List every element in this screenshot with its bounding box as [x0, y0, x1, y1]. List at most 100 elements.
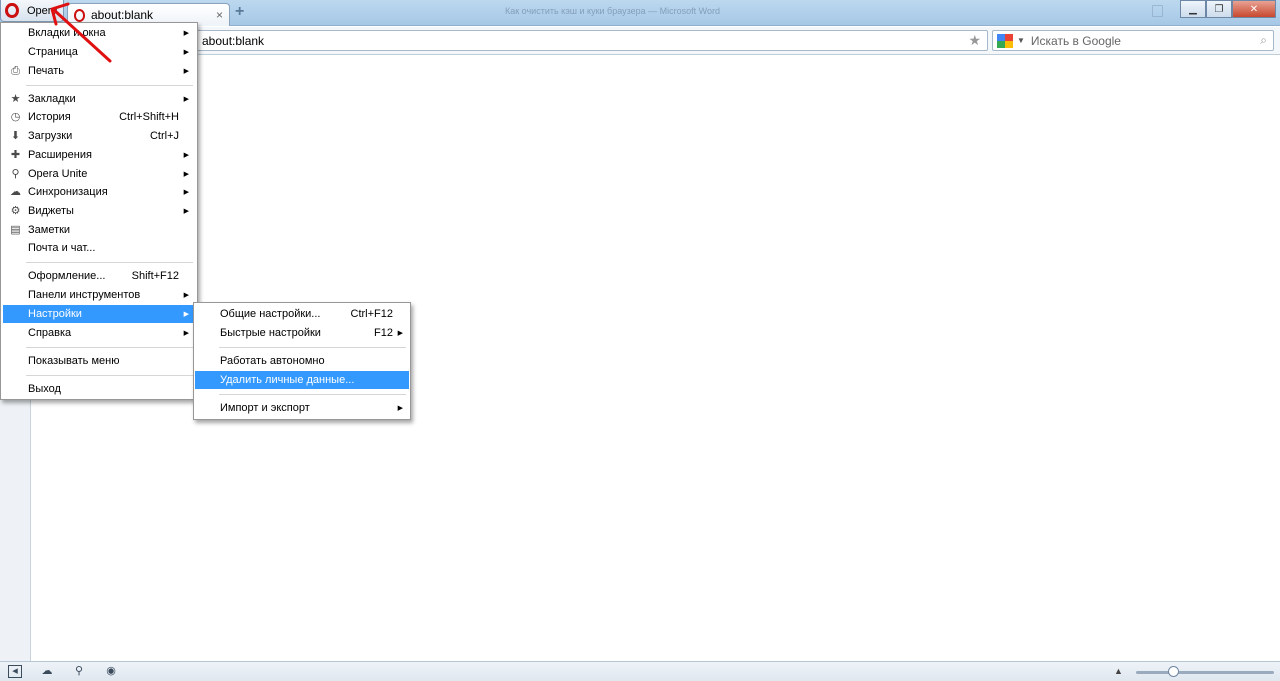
- menu-item-label: Заметки: [28, 224, 71, 236]
- menu-item-label: Виджеты: [28, 205, 74, 217]
- menu-item-label: Общие настройки...: [220, 308, 321, 320]
- address-field[interactable]: about:blank ★: [196, 30, 988, 51]
- menu-item-label: Показывать меню: [28, 355, 120, 367]
- submenu-arrow-icon: ▶: [183, 68, 189, 75]
- submenu-arrow-icon: ▶: [183, 189, 189, 196]
- submenu-arrow-icon: ▶: [183, 330, 189, 337]
- menu-item-label: Импорт и экспорт: [220, 402, 310, 414]
- bookmark-star-icon[interactable]: ★: [968, 32, 981, 49]
- menu-separator: [26, 375, 193, 376]
- zoom-slider-thumb[interactable]: [1168, 666, 1179, 677]
- menu-item-label: Почта и чат...: [28, 242, 96, 254]
- unite-icon[interactable]: ⚲: [72, 665, 86, 678]
- submenu-arrow-icon: ▶: [183, 208, 189, 215]
- unite-icon: ⚲: [11, 167, 20, 180]
- menu-item-label: Синхронизация: [28, 186, 108, 198]
- star-icon: ★: [10, 92, 21, 105]
- clock-icon: ◷: [10, 110, 21, 123]
- menu-item-label: Расширения: [28, 149, 92, 161]
- menu-item-mail-chat[interactable]: Почта и чат...: [3, 239, 195, 257]
- menu-item-quick-preferences[interactable]: Быстрые настройки F12 ▶: [195, 324, 409, 342]
- menu-item-history[interactable]: ◷ История Ctrl+Shift+H: [3, 108, 195, 126]
- menu-item-sync[interactable]: ☁ Синхронизация ▶: [3, 183, 195, 201]
- menu-item-label: Панели инструментов: [28, 289, 141, 301]
- menu-separator: [219, 347, 406, 348]
- menu-item-shortcut: Shift+F12: [131, 270, 179, 282]
- submenu-arrow-icon: ▶: [183, 49, 189, 56]
- menu-item-label: Оформление...: [28, 270, 106, 282]
- menu-item-notes[interactable]: ▤ Заметки: [3, 221, 195, 239]
- menu-item-label: Быстрые настройки: [220, 327, 321, 339]
- new-tab-icon[interactable]: +: [235, 4, 249, 20]
- menu-item-label: Opera Unite: [28, 168, 88, 180]
- close-window-button[interactable]: ✕: [1232, 0, 1276, 18]
- menu-item-label: История: [28, 111, 71, 123]
- close-icon: ✕: [1249, 3, 1259, 15]
- zoom-menu-icon[interactable]: ▲: [1114, 666, 1123, 676]
- gear-icon: ⚙: [10, 204, 21, 217]
- menu-separator: [26, 347, 193, 348]
- search-placeholder: Искать в Google: [1030, 33, 1121, 48]
- menu-item-toolbars[interactable]: Панели инструментов ▶: [3, 286, 195, 304]
- menu-item-widgets[interactable]: ⚙ Виджеты ▶: [3, 202, 195, 220]
- menu-item-label: Выход: [28, 383, 61, 395]
- cloud-icon: ☁: [10, 185, 21, 198]
- restore-icon: ❐: [1214, 3, 1224, 15]
- menu-item-label: Настройки: [28, 308, 82, 320]
- window-title: Как очистить кэш и куки браузера — Micro…: [505, 6, 721, 16]
- submenu-arrow-icon: ▶: [183, 152, 189, 159]
- minimize-icon: ▁: [1189, 3, 1197, 15]
- search-engine-dropdown-icon[interactable]: ▼: [1017, 36, 1025, 45]
- menu-item-bookmarks[interactable]: ★ Закладки ▶: [3, 90, 195, 108]
- menu-item-preferences[interactable]: Общие настройки... Ctrl+F12: [195, 305, 409, 323]
- menu-item-label: Закладки: [28, 93, 76, 105]
- menu-item-label: Справка: [28, 327, 72, 339]
- menu-separator: [26, 85, 193, 86]
- menu-item-work-offline[interactable]: Работать автономно: [195, 352, 409, 370]
- google-icon[interactable]: [997, 33, 1013, 48]
- printer-icon: ⎙: [11, 64, 20, 77]
- menu-item-show-menu[interactable]: Показывать меню: [3, 352, 195, 370]
- search-field[interactable]: ▼ Искать в Google ⌕: [992, 30, 1274, 51]
- menu-item-import-export[interactable]: Импорт и экспорт ▶: [195, 399, 409, 417]
- submenu-arrow-icon: ▶: [183, 292, 189, 299]
- menu-item-settings[interactable]: Настройки ▶: [3, 305, 195, 323]
- address-url: about:blank: [202, 33, 265, 48]
- menu-item-label: Загрузки: [28, 130, 73, 142]
- menu-item-downloads[interactable]: ⬇ Загрузки Ctrl+J: [3, 127, 195, 145]
- opera-main-menu: Вкладки и окна ▶ Страница ▶ ⎙ Печать ▶ ★…: [0, 22, 198, 400]
- menu-item-shortcut: F12: [374, 327, 393, 339]
- menu-item-shortcut: Ctrl+Shift+H: [119, 111, 179, 123]
- menu-item-opera-unite[interactable]: ⚲ Opera Unite ▶: [3, 165, 195, 183]
- turbo-icon[interactable]: ◉: [104, 665, 118, 678]
- menu-item-extensions[interactable]: ✚ Расширения ▶: [3, 146, 195, 164]
- zoom-slider[interactable]: [1136, 671, 1274, 674]
- minimize-button[interactable]: ▁: [1180, 0, 1206, 18]
- menu-item-delete-private-data[interactable]: Удалить личные данные...: [195, 371, 409, 389]
- menu-item-label: Удалить личные данные...: [220, 374, 355, 386]
- menu-item-shortcut: Ctrl+J: [149, 130, 179, 142]
- submenu-arrow-icon: ▶: [397, 330, 403, 337]
- trash-icon[interactable]: [1152, 5, 1163, 17]
- submenu-arrow-icon: ▶: [183, 171, 189, 178]
- submenu-arrow-icon: ▶: [183, 96, 189, 103]
- sync-cloud-icon[interactable]: ☁: [40, 665, 54, 678]
- puzzle-icon: ✚: [10, 148, 21, 161]
- tab-close-icon[interactable]: ×: [216, 8, 223, 22]
- submenu-arrow-icon: ▶: [183, 311, 189, 318]
- submenu-arrow-icon: ▶: [397, 405, 403, 412]
- opera-logo-icon: [5, 3, 19, 18]
- menu-item-appearance[interactable]: Оформление... Shift+F12: [3, 267, 195, 285]
- annotation-arrow-icon: [50, 2, 112, 63]
- menu-item-label: Работать автономно: [220, 355, 325, 367]
- submenu-arrow-icon: ▶: [183, 30, 189, 37]
- menu-separator: [26, 262, 193, 263]
- menu-item-help[interactable]: Справка ▶: [3, 324, 195, 342]
- menu-item-exit[interactable]: Выход: [3, 380, 195, 398]
- download-icon: ⬇: [10, 129, 21, 142]
- menu-item-shortcut: Ctrl+F12: [350, 308, 394, 320]
- status-bar: ◂ ☁ ⚲ ◉ ▲: [0, 661, 1280, 681]
- search-icon[interactable]: ⌕: [1260, 33, 1267, 48]
- panel-toggle-icon[interactable]: ◂: [8, 665, 22, 678]
- maximize-button[interactable]: ❐: [1206, 0, 1232, 18]
